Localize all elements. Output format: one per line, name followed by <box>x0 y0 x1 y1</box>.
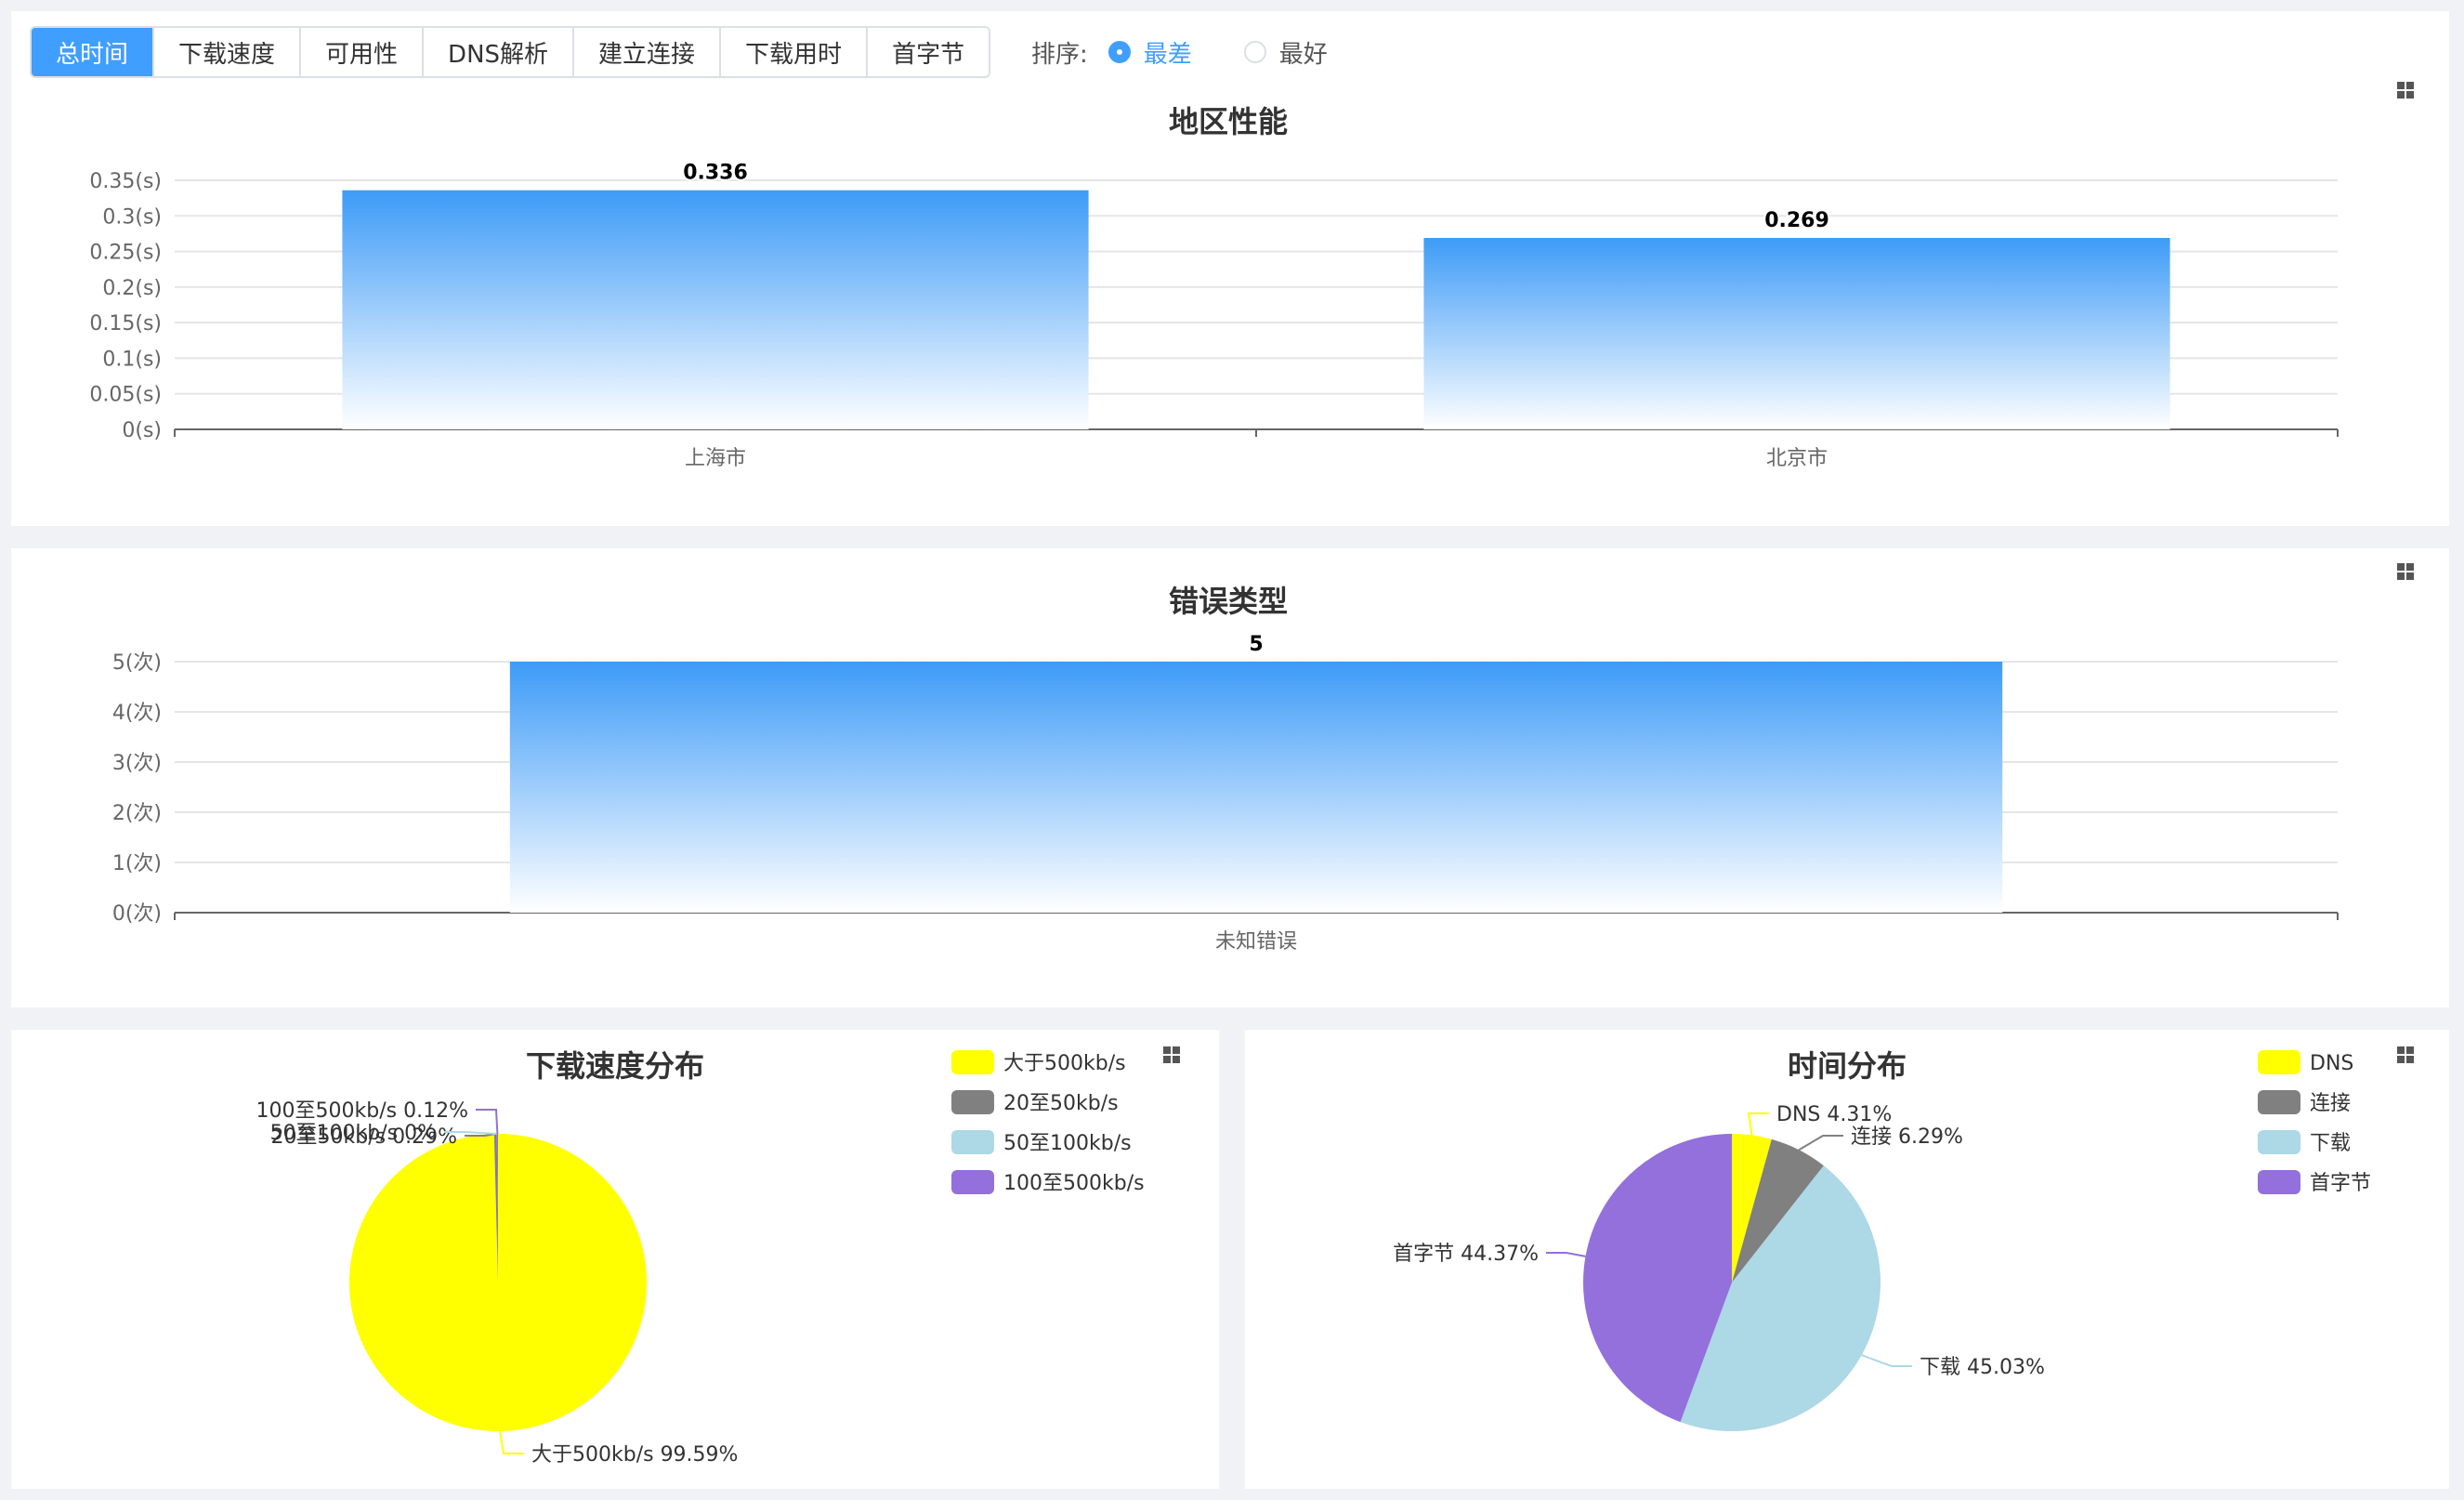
y-tick-label: 0(s) <box>122 419 162 442</box>
y-tick-label: 0(次) <box>112 902 162 926</box>
pie-leader-line <box>499 1430 524 1454</box>
pie-leader-line <box>476 1109 499 1135</box>
bar <box>342 190 1089 429</box>
legend-swatch <box>2258 1050 2300 1074</box>
time-distribution-panel: 时间分布 DNS 连接下载首字节 DNS 4.31% 连接 6.29% 下载 45.03%… <box>1245 1030 2449 1489</box>
y-tick-label: 0.2(s) <box>102 277 162 300</box>
chart-title: 下载速度分布 <box>526 1048 704 1084</box>
legend-label: 连接 <box>2310 1092 2351 1115</box>
pie-slice-label: 50至100kb/s 0% <box>270 1122 437 1145</box>
bar-value-label: 0.269 <box>1764 209 1829 232</box>
y-tick-label: 3(次) <box>112 752 162 775</box>
legend-label: DNS <box>2310 1052 2353 1075</box>
legend-label: 20至50kb/s <box>1003 1092 1119 1115</box>
pie-leader-line <box>1798 1135 1843 1151</box>
legend-swatch <box>2258 1170 2300 1194</box>
pie-leader-line <box>1546 1252 1586 1257</box>
pie-slice-label: 首字节 44.37% <box>1393 1243 1539 1266</box>
x-tick-label: 未知错误 <box>1215 930 1297 954</box>
y-tick-label: 0.25(s) <box>89 242 162 265</box>
y-tick-label: 0.1(s) <box>102 348 162 371</box>
x-tick-label: 北京市 <box>1766 447 1828 470</box>
y-tick-label: 0.3(s) <box>102 205 162 229</box>
y-tick-label: 4(次) <box>112 702 162 725</box>
y-tick-label: 5(次) <box>112 651 162 675</box>
y-tick-label: 1(次) <box>112 852 162 875</box>
speed-pie-chart: 下载速度分布 大于500kb/s 20至50kb/s 50至100kb/s 100至50… <box>256 1048 1145 1467</box>
bar <box>1423 238 2170 429</box>
time-pie-chart: 时间分布 DNS 连接下载首字节 DNS 4.31%连接 6.29% 下载 45.03%… <box>1393 1048 2371 1431</box>
legend-swatch <box>2258 1130 2300 1154</box>
error-type-panel: 错误类型 0(次) 1(次) 2(次) 3(次) 4(次) 5(次) 5 未知错误 <box>11 548 2449 1007</box>
pie-slice-label: 下载 45.03% <box>1920 1356 2045 1379</box>
region-performance-panel: 总时间 下载速度 可用性 DNS解析 建立连接 下载用时 首字节 排序: 最差 最好 地区性… <box>11 11 2449 526</box>
y-tick-label: 2(次) <box>112 802 162 825</box>
pie-leader-line <box>1861 1354 1912 1367</box>
speed-distribution-panel: 下载速度分布 大于500kb/s 20至50kb/s 50至100kb/s 100至50… <box>11 1030 1219 1489</box>
chart-title: 错误类型 <box>1169 584 1288 619</box>
bar-value-label: 5 <box>1249 633 1263 656</box>
legend-swatch <box>951 1170 994 1194</box>
chart-title: 时间分布 <box>1788 1048 1907 1084</box>
pie-slice-label: DNS 4.31% <box>1776 1103 1892 1126</box>
legend-swatch <box>951 1130 994 1154</box>
x-tick-label: 上海市 <box>685 447 746 470</box>
pie-slice-label: 连接 6.29% <box>1851 1125 1963 1149</box>
legend-label: 50至100kb/s <box>1003 1132 1132 1155</box>
pie-slice-label: 大于500kb/s 99.59% <box>531 1443 738 1467</box>
legend-label: 下载 <box>2310 1132 2351 1155</box>
legend-label: 首字节 <box>2310 1172 2371 1195</box>
bar <box>509 662 2003 913</box>
y-tick-label: 0.35(s) <box>89 170 162 193</box>
y-tick-label: 0.05(s) <box>89 384 162 407</box>
legend-swatch <box>2258 1090 2300 1114</box>
legend-swatch <box>951 1050 994 1074</box>
legend-label: 大于500kb/s <box>1003 1052 1126 1075</box>
error-bar-chart: 错误类型 0(次) 1(次) 2(次) 3(次) 4(次) 5(次) 5 未知错误 <box>112 584 2339 954</box>
pie-slice <box>349 1134 648 1431</box>
y-tick-label: 0.15(s) <box>89 312 162 336</box>
pie-leader-line <box>1747 1112 1769 1136</box>
pie-slice-label: 100至500kb/s 0.12% <box>256 1099 468 1123</box>
chart-title: 地区性能 <box>1169 104 1288 139</box>
legend-label: 100至500kb/s <box>1003 1172 1145 1195</box>
region-bar-chart: 地区性能 0(s) 0.05(s) 0.1(s) 0.15(s) 0.2(s) 0.25(s… <box>89 104 2339 470</box>
bar-value-label: 0.336 <box>683 162 748 185</box>
legend-swatch <box>951 1090 994 1114</box>
